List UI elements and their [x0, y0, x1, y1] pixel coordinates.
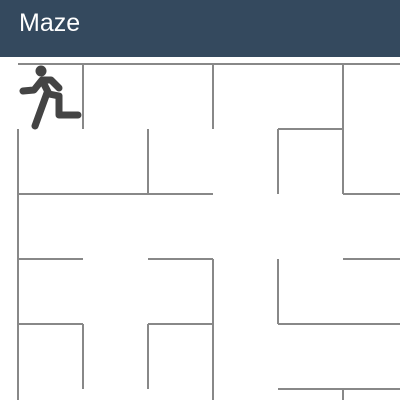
running-person-icon[interactable] [19, 65, 82, 130]
maze-board[interactable] [0, 0, 400, 400]
